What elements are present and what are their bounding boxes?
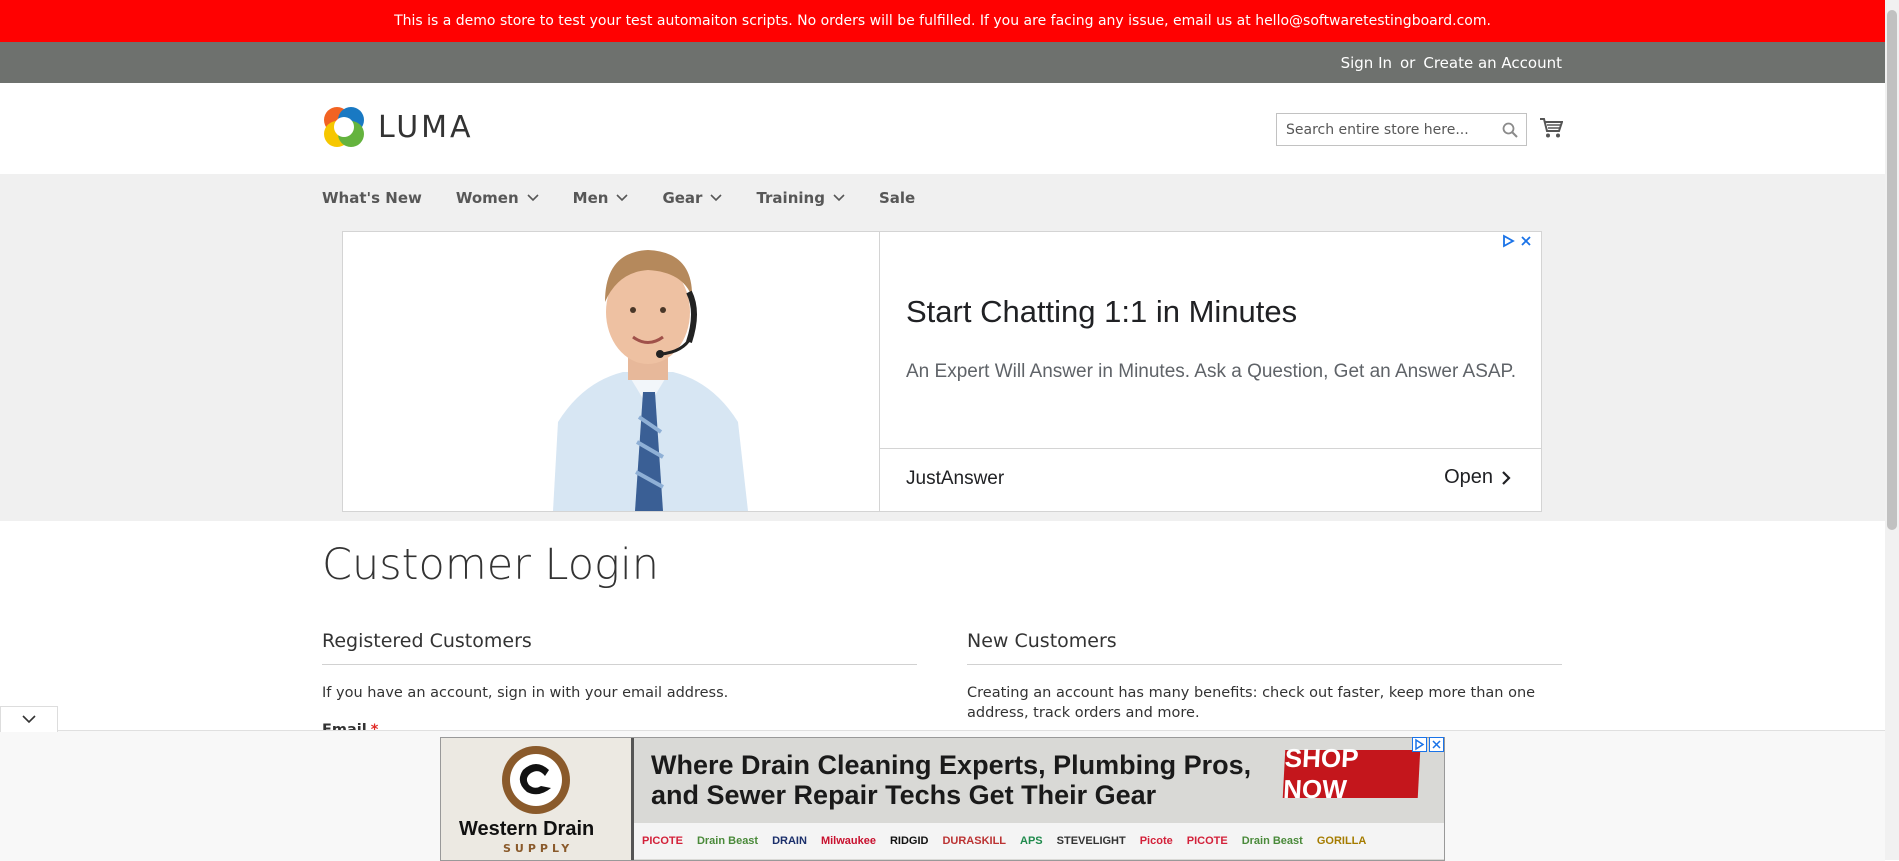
- brand-logo: APS: [1020, 835, 1043, 847]
- search-input[interactable]: [1277, 120, 1493, 139]
- scrollbar-thumb[interactable]: [1887, 10, 1897, 530]
- bottom-ad-controls: [1412, 737, 1444, 752]
- ad-subtext: An Expert Will Answer in Minutes. Ask a …: [906, 361, 1517, 382]
- main-navigation: What's New Women Men Gear Training Sale: [322, 189, 949, 207]
- top-links-bar: Sign In or Create an Account: [0, 42, 1885, 83]
- luma-logo[interactable]: LUMA: [322, 105, 474, 149]
- site-header: LUMA: [0, 83, 1885, 174]
- chevron-down-icon: [527, 194, 539, 202]
- new-customers-title: New Customers: [967, 630, 1562, 665]
- ad-open-label: Open: [1444, 466, 1493, 488]
- cart-icon[interactable]: [1539, 117, 1563, 139]
- headset-agent-image: [343, 232, 879, 511]
- create-account-link[interactable]: Create an Account: [1423, 54, 1562, 72]
- western-drain-ad[interactable]: Western Drain SUPPLY Where Drain Cleanin…: [440, 737, 1445, 861]
- brand-logo: Drain Beast: [696, 835, 759, 847]
- nav-item-label: Sale: [878, 189, 916, 207]
- brand-logo: Drain Beast: [1241, 835, 1303, 847]
- shop-now-button[interactable]: SHOP NOW: [1282, 743, 1421, 804]
- brand-logo: RIDGID: [889, 835, 929, 847]
- brand-logo: Picote: [1139, 835, 1173, 847]
- chevron-down-icon: [616, 194, 629, 202]
- ad-open-button[interactable]: Open: [1444, 466, 1511, 489]
- demo-notice-banner: This is a demo store to test your test a…: [0, 0, 1885, 42]
- new-customers-text: Creating an account has many benefits: c…: [967, 685, 1536, 721]
- nav-item-label: Women: [455, 189, 519, 207]
- ad-choices-icon[interactable]: [1412, 737, 1427, 752]
- brand-logo: Milwaukee: [820, 835, 876, 847]
- page-scrollbar[interactable]: [1885, 0, 1899, 860]
- search-box: [1276, 113, 1527, 146]
- ad-agent-photo: [343, 232, 880, 511]
- page-title: Customer Login: [322, 540, 660, 590]
- nav-item-label: Men: [572, 189, 609, 207]
- nav-item-men[interactable]: Men: [573, 189, 629, 207]
- nav-item-training[interactable]: Training: [756, 189, 845, 207]
- demo-notice-text: This is a demo store to test your test a…: [394, 13, 1491, 29]
- nav-item-label: Training: [756, 189, 825, 207]
- top-links: Sign In or Create an Account: [1341, 42, 1562, 83]
- nav-item-sale[interactable]: Sale: [879, 189, 915, 207]
- brand-logo: PICOTE: [642, 835, 683, 847]
- brand-logo: DRAIN: [772, 835, 807, 847]
- headline-line-1: Where Drain Cleaning Experts, Plumbing P…: [651, 750, 1252, 780]
- chevron-down-icon: [22, 715, 36, 724]
- brand-logos-strip: PICOTE Drain Beast DRAIN Milwaukee RIDGI…: [634, 823, 1444, 859]
- nav-item-whats-new[interactable]: What's New: [322, 189, 422, 207]
- brand-logo: DURASKILL: [942, 835, 1007, 847]
- chat-ad-banner[interactable]: Start Chatting 1:1 in Minutes An Expert …: [342, 231, 1542, 512]
- close-icon[interactable]: [1519, 234, 1533, 248]
- chevron-down-icon: [833, 194, 845, 202]
- close-icon[interactable]: [1429, 737, 1444, 752]
- nav-item-women[interactable]: Women: [456, 189, 539, 207]
- sign-in-link[interactable]: Sign In: [1341, 54, 1392, 72]
- luma-logo-icon: [324, 107, 364, 147]
- western-drain-logo-icon: [502, 746, 570, 814]
- registered-customers-title: Registered Customers: [322, 630, 917, 665]
- nav-item-label: What's New: [322, 189, 422, 207]
- registered-customers-text: If you have an account, sign in with you…: [322, 685, 729, 701]
- brand-logo: STEVELIGHT: [1056, 835, 1126, 847]
- nav-item-label: Gear: [662, 189, 703, 207]
- headline-line-2: and Sewer Repair Techs Get Their Gear: [651, 780, 1157, 810]
- brand-logo: GORILLA: [1316, 835, 1367, 847]
- ad-text-area: Start Chatting 1:1 in Minutes An Expert …: [880, 232, 1541, 449]
- ad-choices-icon[interactable]: [1501, 234, 1515, 248]
- brand-logo: PICOTE: [1186, 835, 1228, 847]
- western-drain-supply: SUPPLY: [503, 842, 574, 855]
- ad-advertiser: JustAnswer: [906, 468, 1005, 489]
- search-icon[interactable]: [1502, 122, 1518, 138]
- western-drain-logo: Western Drain SUPPLY: [441, 738, 634, 860]
- ad-choices: [1501, 234, 1533, 248]
- chevron-right-icon: [1502, 470, 1511, 485]
- bottom-ad-toggle[interactable]: [0, 706, 58, 732]
- western-drain-name: Western Drain: [459, 818, 595, 840]
- western-drain-headline: Where Drain Cleaning Experts, Plumbing P…: [651, 750, 1251, 810]
- or-text: or: [1400, 53, 1416, 72]
- luma-logo-text: LUMA: [378, 109, 474, 145]
- chevron-down-icon: [710, 194, 723, 202]
- nav-item-gear[interactable]: Gear: [662, 189, 723, 207]
- ad-headline: Start Chatting 1:1 in Minutes: [906, 294, 1298, 329]
